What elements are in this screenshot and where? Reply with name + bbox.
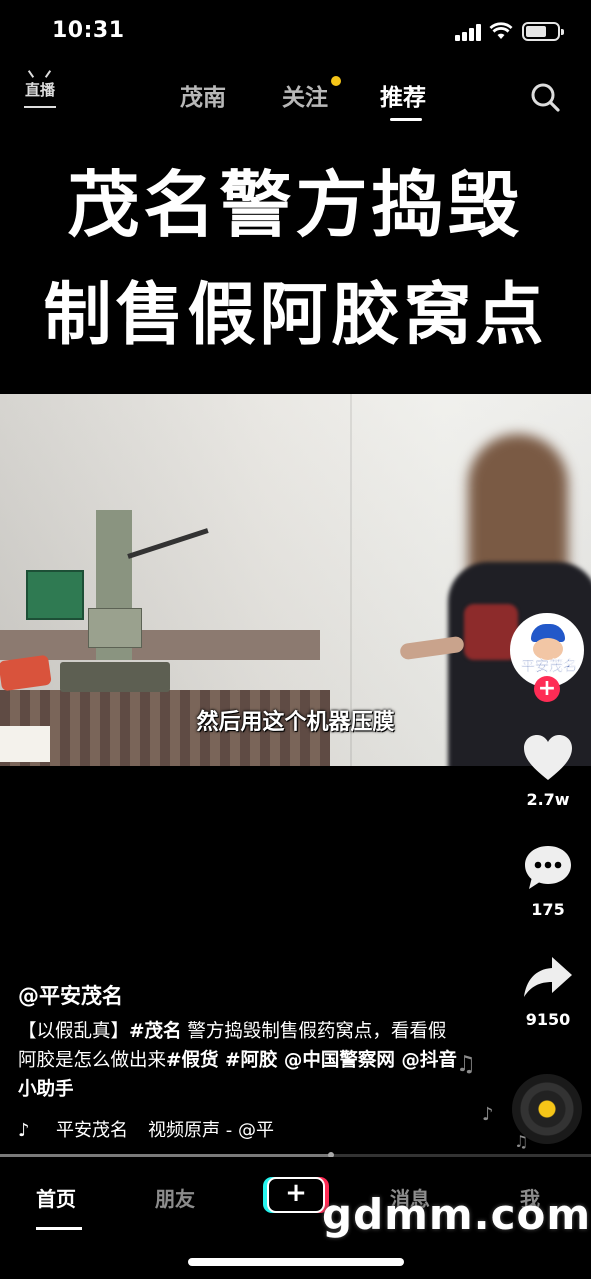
status-bar: 10:31 — [0, 0, 591, 64]
music-artist: 平安茂名 — [56, 1120, 128, 1140]
status-time: 10:31 — [52, 18, 125, 43]
create-button[interactable]: + — [267, 1177, 325, 1213]
signal-icon — [455, 24, 483, 41]
headline-line-1: 茂名警方捣毁 — [67, 162, 524, 247]
music-note-icon: ♫ — [456, 1052, 476, 1077]
mention-police-net[interactable]: @中国警察网 — [277, 1050, 395, 1071]
follow-button[interactable]: + — [534, 676, 560, 702]
share-count: 9150 — [525, 1010, 571, 1029]
music-track: 视频原声 - @平 — [148, 1120, 274, 1140]
watermark: gdmm.com — [322, 1190, 591, 1239]
avatar-text: 平安茂名 — [521, 659, 577, 675]
home-indicator[interactable] — [188, 1258, 404, 1266]
music-disc-icon[interactable] — [512, 1074, 582, 1144]
like-count: 2.7w — [526, 790, 570, 809]
tab-home[interactable]: 首页 — [36, 1183, 76, 1212]
wifi-icon — [489, 22, 513, 39]
live-label: 直播 — [24, 81, 55, 99]
music-row[interactable]: ♪ 平安茂名 视频原声 - @平 — [18, 1116, 318, 1140]
author-handle[interactable]: @平安茂名 — [18, 980, 123, 1010]
live-tv-icon[interactable]: 直播 — [22, 70, 58, 110]
hashtag-maoming[interactable]: #茂名 — [129, 1021, 182, 1042]
desc-intro: 【以假乱真】 — [18, 1021, 130, 1042]
tiktok-note-icon: ♪ — [18, 1120, 30, 1140]
tab-recommended[interactable]: 推荐 — [380, 78, 426, 112]
video-description: 【以假乱真】#茂名 警方捣毁制售假药窝点，看看假阿胶是怎么做出来#假货 #阿胶 … — [18, 1017, 458, 1104]
comment-icon[interactable] — [522, 843, 574, 893]
hashtag-fake[interactable]: #假货 — [166, 1050, 219, 1071]
home-tab-indicator — [36, 1227, 82, 1230]
video-frame[interactable]: 然后用这个机器压膜 — [0, 394, 591, 766]
tab-local[interactable]: 茂南 — [180, 78, 226, 112]
hashtag-ejiao[interactable]: #阿胶 — [219, 1050, 278, 1071]
heart-icon[interactable] — [522, 733, 574, 783]
music-note-icon: ♪ — [482, 1104, 494, 1125]
comment-count: 175 — [531, 900, 565, 919]
tab-following[interactable]: 关注 — [282, 78, 328, 112]
battery-icon — [522, 22, 564, 41]
tab-friends[interactable]: 朋友 — [155, 1183, 195, 1212]
notification-dot — [331, 76, 341, 86]
table — [0, 630, 320, 660]
active-tab-indicator — [390, 118, 422, 121]
share-icon[interactable] — [522, 953, 574, 1003]
search-icon[interactable] — [530, 82, 560, 112]
video-subtitle: 然后用这个机器压膜 — [196, 710, 395, 735]
headline-line-2: 制售假阿胶窝点 — [43, 275, 548, 355]
